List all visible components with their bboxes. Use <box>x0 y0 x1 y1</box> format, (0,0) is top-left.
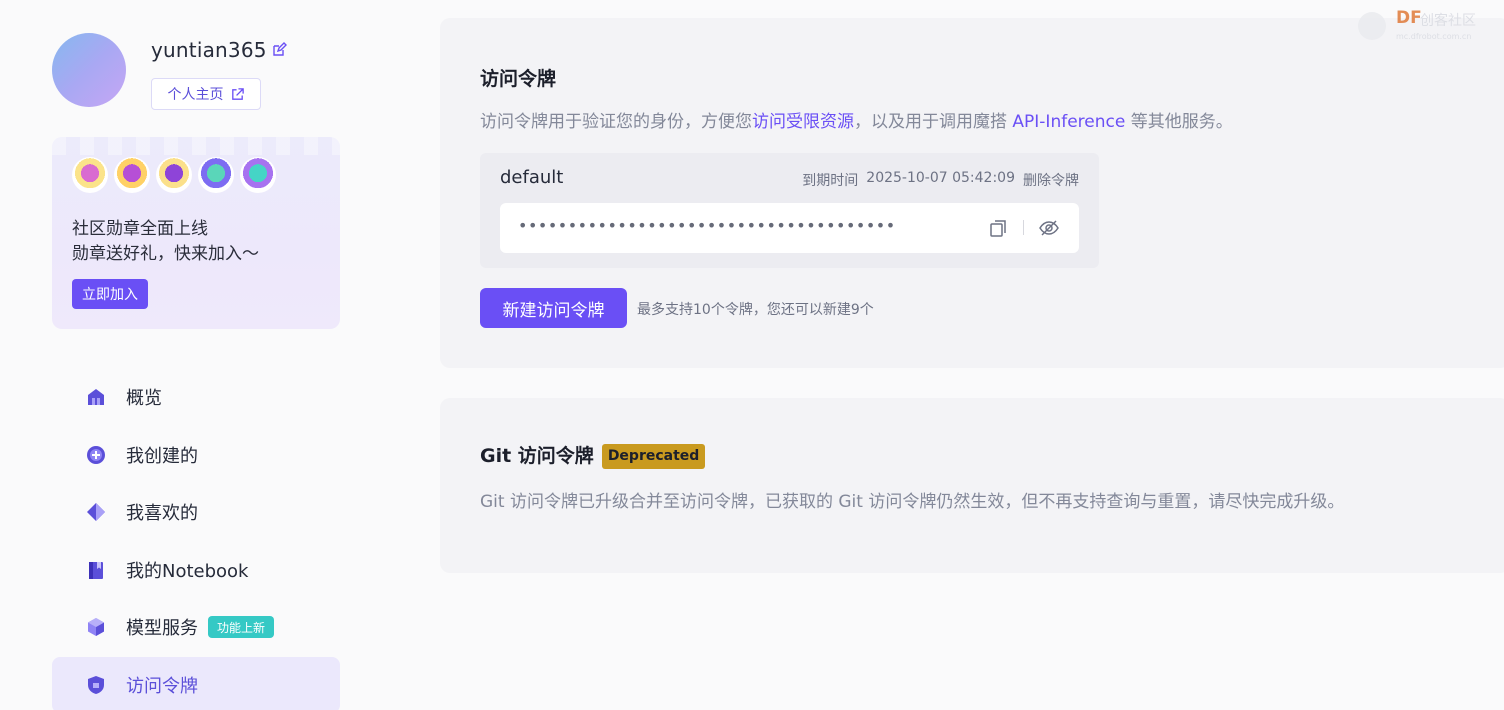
notebook-icon <box>85 559 107 581</box>
watermark-circle <box>1358 12 1386 40</box>
api-inference-link[interactable]: API-Inference <box>1012 112 1125 132</box>
git-token-description: Git 访问令牌已升级合并至访问令牌，已获取的 Git 访问令牌仍然生效，但不再… <box>480 492 1345 512</box>
token-name: default <box>500 167 564 188</box>
card-decoration <box>52 137 340 155</box>
overview-icon <box>85 386 107 408</box>
sidebar-item-label: 我喜欢的 <box>126 503 198 524</box>
watermark-brand: DF <box>1396 8 1422 28</box>
watermark-url: mc.dfrobot.com.cn <box>1396 32 1472 41</box>
medal-icon <box>72 157 108 193</box>
medal-icon <box>240 157 276 193</box>
external-link-icon <box>231 87 244 100</box>
expire-time: 2025-10-07 05:42:09 <box>866 170 1015 186</box>
access-token-description: 访问令牌用于验证您的身份，方便您访问受限资源，以及用于调用魔搭 API-Infe… <box>480 107 1233 132</box>
sidebar-item-overview[interactable]: 概览 <box>52 369 340 425</box>
sidebar-item-label: 我创建的 <box>126 445 198 467</box>
delete-token-button[interactable]: 删除令牌 <box>1023 170 1079 190</box>
desc-text: ，以及用于调用魔搭 <box>854 112 1013 132</box>
create-access-token-button[interactable]: 新建访问令牌 <box>480 288 627 328</box>
sidebar-nav: 概览 我创建的 我喜欢的 我的Notebook 模型服务 功能上新 访问令牌 <box>52 369 340 710</box>
sidebar-item-label: 模型服务 <box>126 618 198 639</box>
sidebar-item-label: 我的Notebook <box>126 560 249 582</box>
personal-homepage-label: 个人主页 <box>167 87 224 103</box>
cube-icon <box>85 616 107 638</box>
copy-icon[interactable] <box>988 218 1008 238</box>
deprecated-badge: Deprecated <box>601 444 706 469</box>
git-token-panel: Git 访问令牌 Deprecated Git 访问令牌已升级合并至访问令牌，已获… <box>440 398 1504 573</box>
community-badge-card: 社区勋章全面上线 勋章送好礼，快来加入～ 立即加入 <box>52 137 340 329</box>
field-divider <box>1023 220 1024 235</box>
token-meta: 到期时间 2025-10-07 05:42:09 删除令牌 <box>802 170 1079 190</box>
token-field: •••••••••••••••••••••••••••••••••••••• <box>500 203 1079 253</box>
plus-circle-icon <box>85 444 107 466</box>
medal-icon <box>198 157 234 193</box>
restricted-resource-link[interactable]: 访问受限资源 <box>752 112 854 132</box>
access-token-panel: 访问令牌 访问令牌用于验证您的身份，方便您访问受限资源，以及用于调用魔搭 API… <box>440 18 1504 368</box>
username: yuntian365 <box>151 38 267 62</box>
badge-card-text: 社区勋章全面上线 勋章送好礼，快来加入～ <box>72 217 259 267</box>
watermark-logo: DF 创客社区 mc.dfrobot.com.cn <box>1358 8 1498 44</box>
join-now-button[interactable]: 立即加入 <box>72 279 148 309</box>
edit-icon[interactable] <box>271 42 287 58</box>
shield-icon <box>85 674 107 696</box>
sidebar: yuntian365 个人主页 社区勋章全面上线 勋章送好礼，快来加入～ 立即加… <box>52 0 340 710</box>
badge-card-line1: 社区勋章全面上线 <box>72 219 208 239</box>
sidebar-item-label: 访问令牌 <box>126 675 198 697</box>
git-token-title: Git 访问令牌 <box>480 445 594 467</box>
sidebar-item-my-created[interactable]: 我创建的 <box>52 427 340 483</box>
sidebar-item-access-token[interactable]: 访问令牌 <box>52 656 340 710</box>
sidebar-item-model-service[interactable]: 模型服务 功能上新 <box>52 599 340 655</box>
watermark-name: 创客社区 <box>1420 13 1476 29</box>
medal-icon <box>114 157 150 193</box>
avatar[interactable] <box>52 33 126 107</box>
expire-label: 到期时间 <box>802 173 859 189</box>
desc-text: 等其他服务。 <box>1125 112 1233 132</box>
medal-row <box>72 157 276 193</box>
new-feature-tag: 功能上新 <box>208 616 275 638</box>
sidebar-item-my-notebook[interactable]: 我的Notebook <box>52 542 340 598</box>
create-token-hint: 最多支持10个令牌，您还可以新建9个 <box>637 302 874 318</box>
diamond-icon <box>85 501 107 523</box>
sidebar-item-label: 概览 <box>126 388 162 409</box>
eye-off-icon[interactable] <box>1038 218 1060 238</box>
personal-homepage-button[interactable]: 个人主页 <box>151 78 261 110</box>
sidebar-item-my-liked[interactable]: 我喜欢的 <box>52 484 340 540</box>
desc-text: 访问令牌用于验证您的身份，方便您 <box>480 112 752 132</box>
access-token-title: 访问令牌 <box>480 68 557 90</box>
badge-card-line2: 勋章送好礼，快来加入～ <box>72 244 259 264</box>
git-token-heading: Git 访问令牌 Deprecated <box>480 441 706 469</box>
token-masked-value[interactable]: •••••••••••••••••••••••••••••••••••••• <box>518 216 896 235</box>
medal-icon <box>156 157 192 193</box>
token-card: default 到期时间 2025-10-07 05:42:09 删除令牌 ••… <box>480 153 1099 268</box>
